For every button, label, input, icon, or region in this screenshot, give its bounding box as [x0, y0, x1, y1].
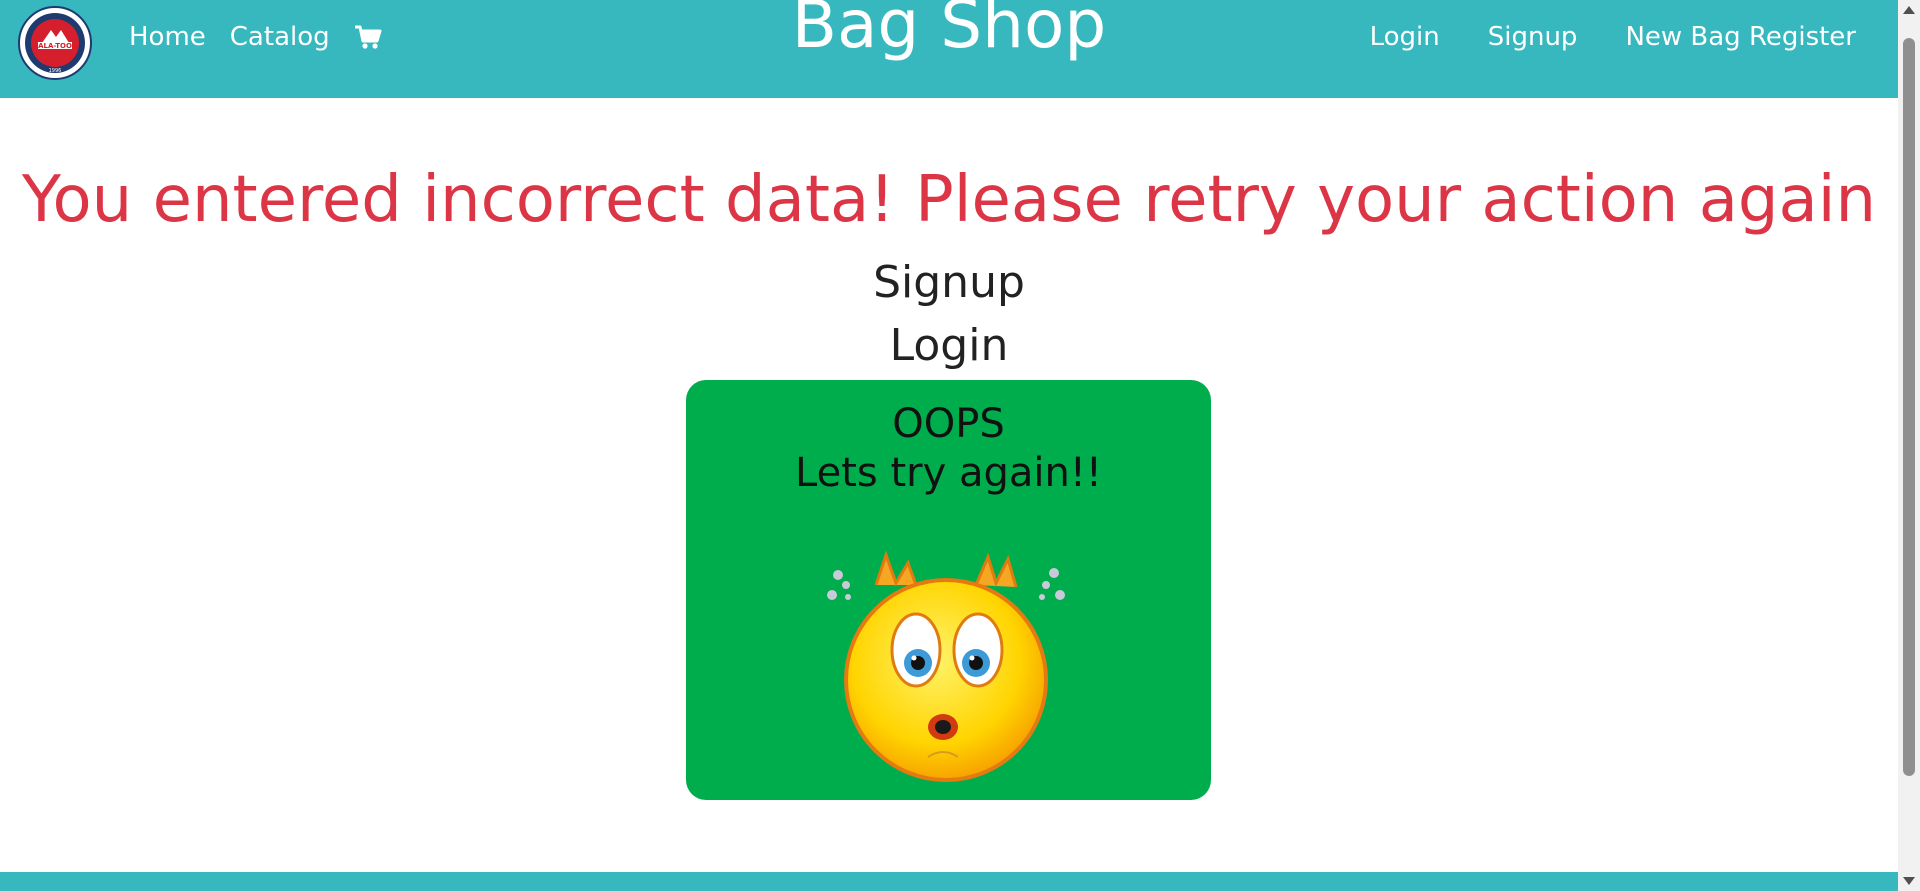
scroll-thumb[interactable]: [1903, 38, 1915, 776]
login-link[interactable]: Login: [890, 320, 1009, 371]
signup-link-row: Signup: [0, 257, 1898, 310]
scroll-up-icon[interactable]: [1903, 6, 1915, 14]
nav-new-bag-register-link[interactable]: New Bag Register: [1625, 22, 1856, 52]
scroll-down-icon[interactable]: [1903, 877, 1915, 885]
navbar: ALA-TOO 1996 Home Catalog Bag Shop Login…: [0, 0, 1898, 98]
oops-line-1: OOPS: [892, 401, 1005, 447]
nav-right: Login Signup New Bag Register: [1370, 22, 1856, 52]
oops-message: OOPS Lets try again!!: [686, 400, 1211, 498]
surprised-face-icon: [827, 550, 1065, 782]
logo-year: 1996: [49, 68, 62, 74]
login-link-row: Login: [0, 320, 1898, 373]
nav-login-link[interactable]: Login: [1370, 22, 1440, 52]
oops-card: OOPS Lets try again!!: [686, 380, 1211, 800]
nav-signup-link[interactable]: Signup: [1488, 22, 1578, 52]
page: ALA-TOO 1996 Home Catalog Bag Shop Login…: [0, 0, 1920, 891]
footer: [0, 872, 1898, 891]
signup-link[interactable]: Signup: [873, 257, 1025, 308]
error-message: You entered incorrect data! Please retry…: [21, 163, 1877, 237]
oops-line-2: Lets try again!!: [795, 449, 1102, 496]
scrollbar[interactable]: [1898, 0, 1920, 891]
